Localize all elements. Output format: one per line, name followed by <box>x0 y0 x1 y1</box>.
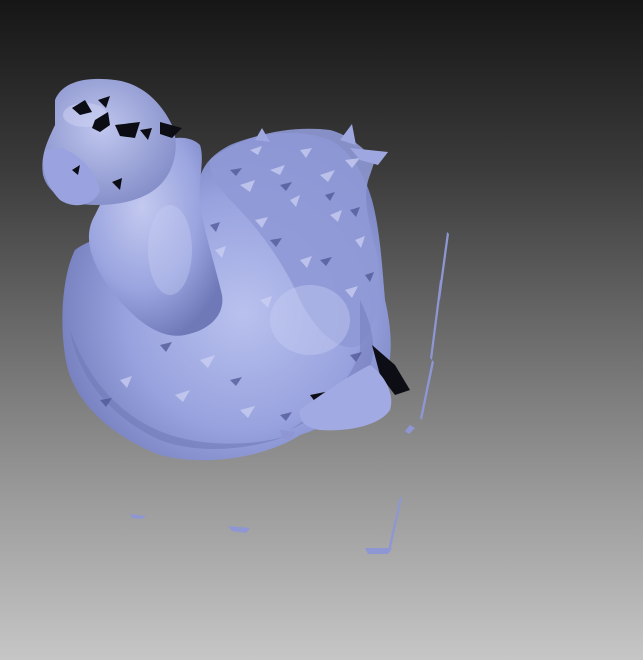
swan-neck-highlight <box>148 205 192 295</box>
3d-viewport[interactable] <box>0 0 643 660</box>
mesh-render-scene <box>42 78 449 554</box>
swan-body-highlight <box>270 285 350 355</box>
